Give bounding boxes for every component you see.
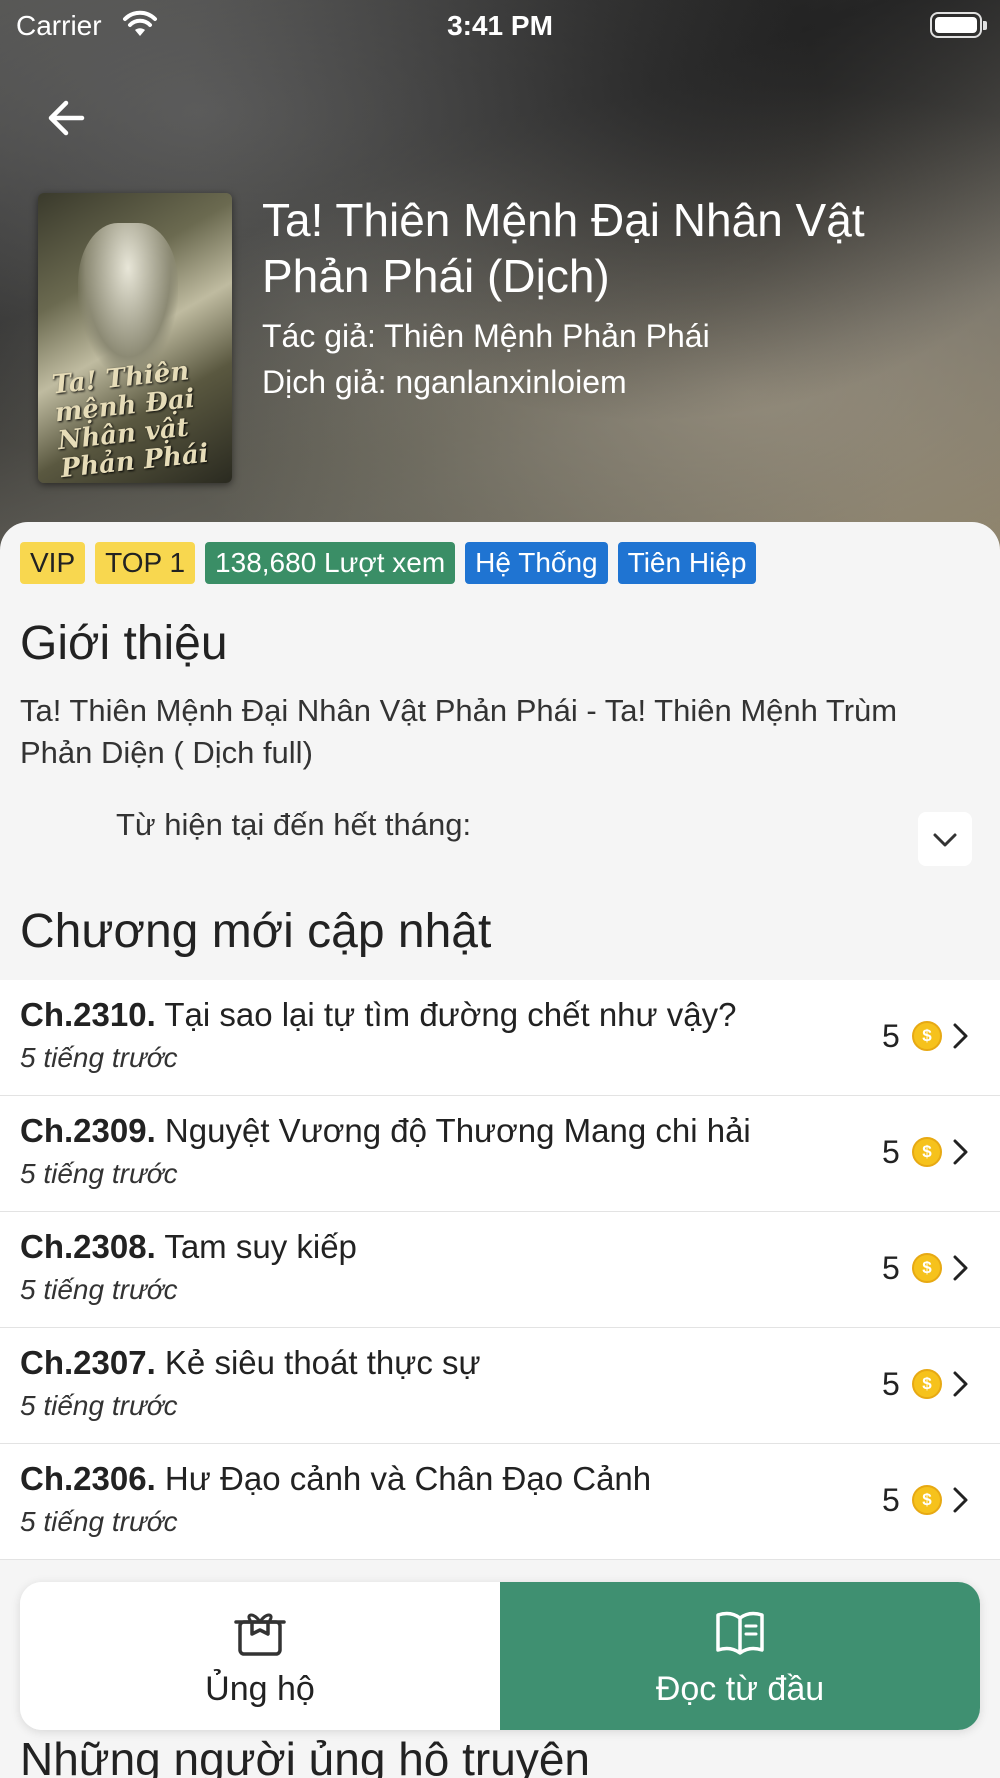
expand-intro-button[interactable] xyxy=(918,812,972,866)
read-label: Đọc từ đầu xyxy=(655,1670,825,1708)
action-bar: Ủng hộ Đọc từ đầu xyxy=(20,1582,980,1730)
coin-icon: $ xyxy=(912,1137,942,1167)
coin-icon: $ xyxy=(912,1485,942,1515)
chapter-number: Ch.2308. xyxy=(20,1228,156,1265)
book-translator: Dịch giả: nganlanxinloiem xyxy=(262,364,627,400)
chapter-time: 5 tiếng trước xyxy=(20,1506,178,1537)
gift-icon xyxy=(234,1613,286,1656)
back-arrow-icon[interactable] xyxy=(40,90,96,146)
chevron-down-icon xyxy=(933,833,957,847)
read-from-start-button[interactable]: Đọc từ đầu xyxy=(500,1582,980,1730)
intro-subtext: Từ hiện tại đến hết tháng: xyxy=(116,807,472,842)
coin-icon: $ xyxy=(912,1253,942,1283)
intro-truncated-line xyxy=(116,852,876,866)
chapter-name: Nguyệt Vương độ Thương Mang chi hải xyxy=(164,1112,751,1149)
book-title: Ta! Thiên Mệnh Đại Nhân Vật Phản Phái (D… xyxy=(262,194,865,302)
chapter-price: 5 xyxy=(882,1250,900,1286)
chapter-time: 5 tiếng trước xyxy=(20,1158,178,1189)
tag-views: 138,680 Lượt xem xyxy=(205,542,456,584)
chevron-right-icon xyxy=(953,1023,968,1049)
chapter-list: Ch.2310. Tại sao lại tự tìm đường chết n… xyxy=(0,980,1000,1560)
support-label: Ủng hộ xyxy=(205,1670,315,1708)
chevron-right-icon xyxy=(953,1139,968,1165)
cover-figure xyxy=(78,223,178,373)
chapter-time: 5 tiếng trước xyxy=(20,1042,178,1073)
chapter-row[interactable]: Ch.2306. Hư Đạo cảnh và Chân Đạo Cảnh 5 … xyxy=(0,1444,1000,1560)
intro-text: Ta! Thiên Mệnh Đại Nhân Vật Phản Phái - … xyxy=(20,693,898,770)
tag-genre-tienhiep[interactable]: Tiên Hiệp xyxy=(617,542,757,584)
intro-heading: Giới thiệu xyxy=(20,617,228,670)
tag-list: VIP TOP 1 138,680 Lượt xem Hệ Thống Tiên… xyxy=(20,542,757,584)
chapter-number: Ch.2310. xyxy=(20,996,156,1033)
coin-icon: $ xyxy=(912,1021,942,1051)
battery-icon xyxy=(930,12,987,38)
tag-top: TOP 1 xyxy=(95,542,196,584)
chapter-title: Ch.2307. Kẻ siêu thoát thực sự xyxy=(20,1344,860,1382)
chapter-price: 5 xyxy=(882,1018,900,1054)
chapter-number: Ch.2306. xyxy=(20,1460,156,1497)
status-bar: Carrier 3:41 PM xyxy=(0,0,1000,50)
support-button[interactable]: Ủng hộ xyxy=(20,1582,500,1730)
chapter-name: Tam suy kiếp xyxy=(164,1228,357,1265)
tag-vip: VIP xyxy=(20,542,86,584)
chevron-right-icon xyxy=(953,1371,968,1397)
clock: 3:41 PM xyxy=(447,10,553,41)
tag-genre-system[interactable]: Hệ Thống xyxy=(465,542,608,584)
chapter-row[interactable]: Ch.2310. Tại sao lại tự tìm đường chết n… xyxy=(0,980,1000,1096)
cover-title-art: Ta! Thiên mệnh Đại Nhân vật Phản Phái xyxy=(50,356,211,483)
chapter-number: Ch.2309. xyxy=(20,1112,156,1149)
chapter-name: Hư Đạo cảnh và Chân Đạo Cảnh xyxy=(164,1460,652,1497)
chapter-row[interactable]: Ch.2307. Kẻ siêu thoát thực sự 5 tiếng t… xyxy=(0,1328,1000,1444)
chapter-price: 5 xyxy=(882,1482,900,1518)
chapter-row[interactable]: Ch.2308. Tam suy kiếp 5 tiếng trước 5 $ xyxy=(0,1212,1000,1328)
chapter-title: Ch.2308. Tam suy kiếp xyxy=(20,1228,860,1266)
chevron-right-icon xyxy=(953,1487,968,1513)
chapter-name: Tại sao lại tự tìm đường chết như vậy? xyxy=(164,996,737,1033)
chapter-time: 5 tiếng trước xyxy=(20,1274,178,1305)
chapter-time: 5 tiếng trước xyxy=(20,1390,178,1421)
book-author: Tác giả: Thiên Mệnh Phản Phái xyxy=(262,318,710,354)
coin-icon: $ xyxy=(912,1369,942,1399)
chevron-right-icon xyxy=(953,1255,968,1281)
book-cover: Ta! Thiên mệnh Đại Nhân vật Phản Phái xyxy=(38,193,232,483)
chapter-title: Ch.2309. Nguyệt Vương độ Thương Mang chi… xyxy=(20,1112,860,1150)
chapter-number: Ch.2307. xyxy=(20,1344,156,1381)
chapters-heading: Chương mới cập nhật xyxy=(20,905,492,958)
chapter-price: 5 xyxy=(882,1366,900,1402)
chapter-title: Ch.2306. Hư Đạo cảnh và Chân Đạo Cảnh xyxy=(20,1460,860,1498)
chapter-title: Ch.2310. Tại sao lại tự tìm đường chết n… xyxy=(20,996,860,1034)
book-open-icon xyxy=(716,1611,764,1655)
chapter-price: 5 xyxy=(882,1134,900,1170)
supporters-heading: Những người ủng hộ truyện xyxy=(20,1733,590,1778)
chapter-row[interactable]: Ch.2309. Nguyệt Vương độ Thương Mang chi… xyxy=(0,1096,1000,1212)
chapter-name: Kẻ siêu thoát thực sự xyxy=(164,1344,481,1381)
